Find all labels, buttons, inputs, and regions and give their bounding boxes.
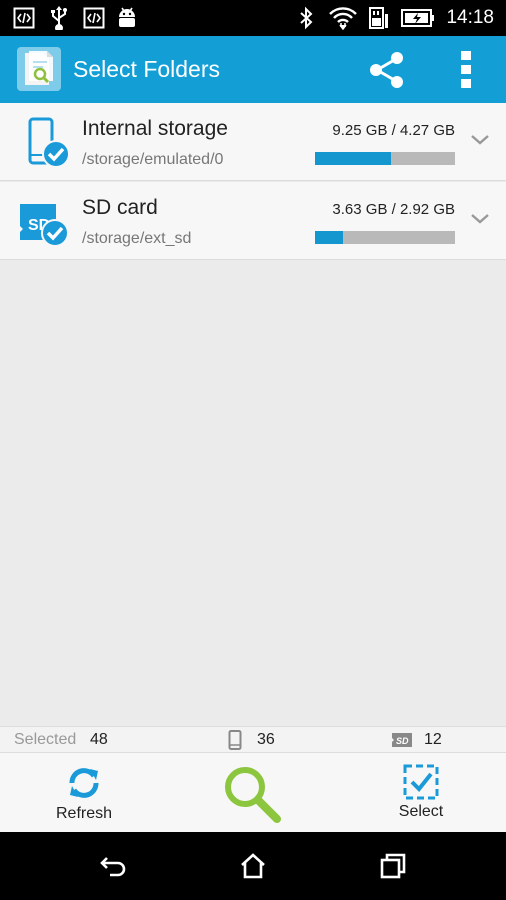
code-icon — [12, 6, 36, 30]
app-bar: Select Folders — [0, 36, 506, 103]
sd-card-icon — [366, 6, 392, 30]
clock: 14:18 — [446, 7, 494, 28]
selected-label: Selected — [14, 731, 77, 748]
checkbox-select-icon — [402, 763, 440, 801]
selection-summary: Selected 48 36 SD 12 — [0, 726, 506, 753]
selected-count: 48 — [90, 731, 108, 748]
storage-item-sd[interactable]: SD SD card /storage/ext_sd 3.63 GB / 2.9… — [0, 182, 506, 260]
back-icon[interactable] — [98, 852, 128, 880]
app-logo-icon — [17, 47, 61, 91]
storage-usage-bar — [315, 231, 455, 244]
page-title: Select Folders — [73, 56, 221, 82]
bluetooth-icon — [296, 6, 316, 30]
storage-size: 9.25 GB / 4.27 GB — [332, 122, 455, 139]
status-bar: 14:18 — [0, 0, 506, 36]
chevron-down-icon[interactable] — [470, 133, 490, 147]
search-icon — [221, 763, 283, 825]
refresh-label: Refresh — [55, 805, 113, 822]
sd-count: 12 — [424, 731, 442, 748]
more-vert-icon[interactable] — [450, 49, 482, 91]
android-icon — [115, 6, 139, 30]
refresh-icon — [64, 763, 104, 803]
select-label: Select — [398, 803, 444, 820]
storage-name: SD card — [82, 196, 158, 219]
chevron-down-icon[interactable] — [470, 212, 490, 226]
sd-card-icon: SD — [390, 730, 414, 750]
storage-usage-fill — [315, 231, 343, 244]
home-icon[interactable] — [238, 852, 268, 880]
storage-size: 3.63 GB / 2.92 GB — [332, 201, 455, 218]
storage-name: Internal storage — [82, 117, 228, 140]
storage-usage-bar — [315, 152, 455, 165]
search-button[interactable] — [219, 753, 285, 832]
bottom-toolbar: Refresh Select — [0, 753, 506, 832]
phone-count: 36 — [257, 731, 275, 748]
storage-usage-fill — [315, 152, 391, 165]
svg-text:SD: SD — [396, 736, 409, 746]
storage-path: /storage/emulated/0 — [82, 151, 224, 168]
battery-charging-icon — [400, 6, 436, 30]
folder-list-area — [0, 261, 506, 726]
navigation-bar — [0, 832, 506, 900]
wifi-icon — [328, 6, 358, 30]
share-icon[interactable] — [366, 49, 408, 91]
storage-item-internal[interactable]: Internal storage /storage/emulated/0 9.2… — [0, 103, 506, 181]
usb-icon — [48, 6, 70, 30]
storage-path: /storage/ext_sd — [82, 230, 192, 247]
phone-check-icon — [18, 115, 74, 171]
code-icon — [82, 6, 106, 30]
select-button[interactable]: Select — [381, 753, 461, 832]
sd-check-icon: SD — [18, 194, 74, 250]
recent-apps-icon[interactable] — [378, 852, 408, 880]
refresh-button[interactable]: Refresh — [44, 753, 124, 832]
phone-icon — [228, 730, 242, 750]
